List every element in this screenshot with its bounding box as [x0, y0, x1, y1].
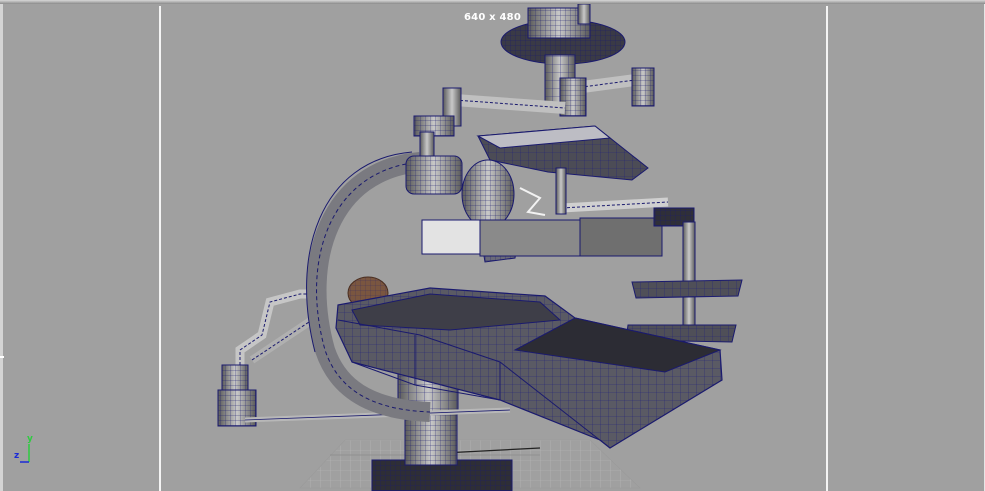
axis-gizmo: y z: [12, 434, 42, 466]
resolution-gate-left-line: [159, 6, 161, 491]
maya-viewport[interactable]: …: [0, 0, 985, 491]
viewport-left-border: [0, 4, 3, 491]
resolution-gate-right-line: [826, 6, 828, 491]
dental-chair: [335, 287, 723, 449]
axis-z-label: z: [14, 451, 20, 461]
resolution-gate-label: 640 x 480: [464, 12, 521, 23]
scene-render[interactable]: …: [0, 0, 985, 491]
monitor-panel: [421, 167, 695, 257]
axis-y-label: y: [27, 434, 33, 444]
viewport-top-border: [0, 0, 985, 4]
viewport-tick: [0, 356, 4, 358]
